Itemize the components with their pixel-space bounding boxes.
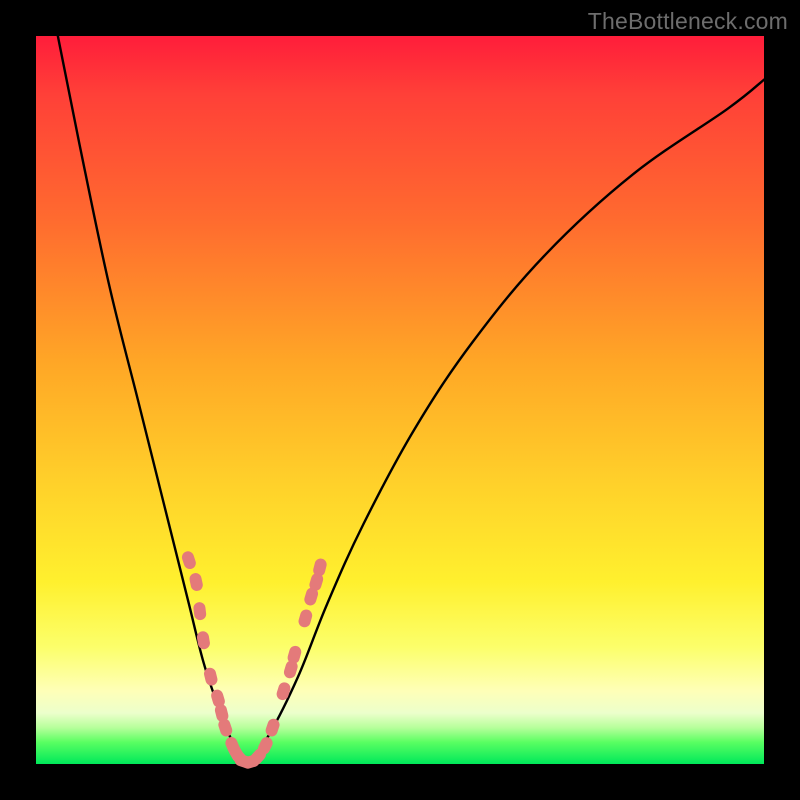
highlight-dot (180, 550, 197, 571)
highlight-dot (188, 572, 204, 592)
bottleneck-curve (58, 36, 764, 764)
curve-layer (58, 36, 764, 764)
watermark-text: TheBottleneck.com (588, 8, 788, 35)
highlight-dot (264, 717, 281, 738)
chart-frame: TheBottleneck.com (0, 0, 800, 800)
highlight-dot (193, 601, 207, 620)
highlight-dot (297, 608, 314, 629)
plot-area (36, 36, 764, 764)
curve-svg (36, 36, 764, 764)
highlight-dot (275, 681, 292, 702)
